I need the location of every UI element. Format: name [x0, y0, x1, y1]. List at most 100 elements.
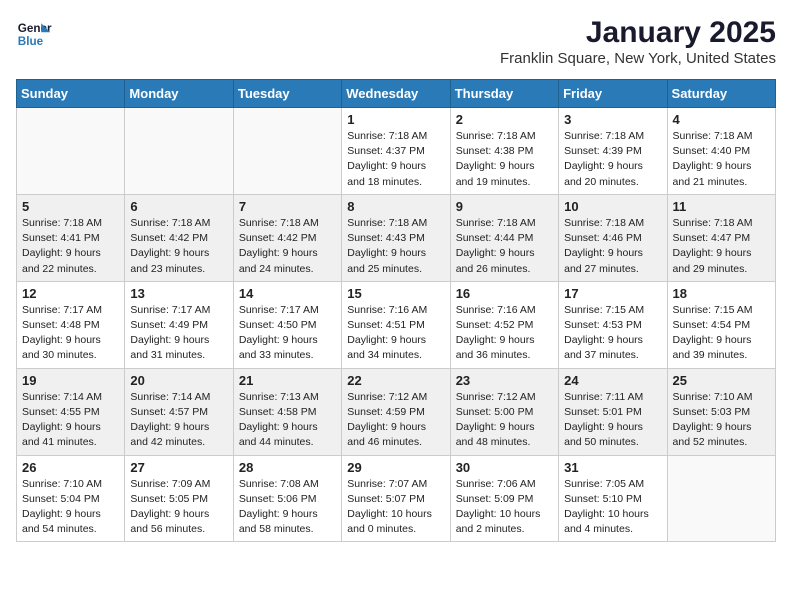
- day-number: 27: [130, 460, 227, 475]
- day-number: 20: [130, 373, 227, 388]
- weekday-header-monday: Monday: [125, 80, 233, 108]
- day-number: 30: [456, 460, 553, 475]
- day-number: 14: [239, 286, 336, 301]
- calendar-cell: 1 Sunrise: 7:18 AMSunset: 4:37 PMDaylight…: [342, 108, 450, 195]
- svg-text:Blue: Blue: [18, 35, 44, 48]
- day-number: 10: [564, 199, 661, 214]
- day-number: 28: [239, 460, 336, 475]
- day-number: 2: [456, 112, 553, 127]
- weekday-header-wednesday: Wednesday: [342, 80, 450, 108]
- day-info: Sunrise: 7:18 AMSunset: 4:46 PMDaylight:…: [564, 216, 661, 277]
- calendar-cell: 18 Sunrise: 7:15 AMSunset: 4:54 PMDayligh…: [667, 281, 775, 368]
- day-number: 5: [22, 199, 119, 214]
- day-info: Sunrise: 7:16 AMSunset: 4:52 PMDaylight:…: [456, 303, 553, 364]
- day-info: Sunrise: 7:18 AMSunset: 4:42 PMDaylight:…: [239, 216, 336, 277]
- day-number: 21: [239, 373, 336, 388]
- calendar-cell: 26 Sunrise: 7:10 AMSunset: 5:04 PMDayligh…: [17, 455, 125, 542]
- calendar-cell: 14 Sunrise: 7:17 AMSunset: 4:50 PMDayligh…: [233, 281, 341, 368]
- day-info: Sunrise: 7:18 AMSunset: 4:39 PMDaylight:…: [564, 129, 661, 190]
- day-info: Sunrise: 7:09 AMSunset: 5:05 PMDaylight:…: [130, 477, 227, 538]
- day-info: Sunrise: 7:14 AMSunset: 4:57 PMDaylight:…: [130, 390, 227, 451]
- calendar-cell: 12 Sunrise: 7:17 AMSunset: 4:48 PMDayligh…: [17, 281, 125, 368]
- day-info: Sunrise: 7:18 AMSunset: 4:38 PMDaylight:…: [456, 129, 553, 190]
- day-info: Sunrise: 7:17 AMSunset: 4:49 PMDaylight:…: [130, 303, 227, 364]
- day-info: Sunrise: 7:15 AMSunset: 4:54 PMDaylight:…: [673, 303, 770, 364]
- calendar-cell: 11 Sunrise: 7:18 AMSunset: 4:47 PMDayligh…: [667, 194, 775, 281]
- day-number: 4: [673, 112, 770, 127]
- location-subtitle: Franklin Square, New York, United States: [500, 50, 776, 67]
- calendar-cell: 6 Sunrise: 7:18 AMSunset: 4:42 PMDaylight…: [125, 194, 233, 281]
- day-info: Sunrise: 7:13 AMSunset: 4:58 PMDaylight:…: [239, 390, 336, 451]
- calendar-cell: [233, 108, 341, 195]
- calendar-cell: [125, 108, 233, 195]
- day-info: Sunrise: 7:17 AMSunset: 4:50 PMDaylight:…: [239, 303, 336, 364]
- calendar-table: SundayMondayTuesdayWednesdayThursdayFrid…: [16, 79, 776, 542]
- calendar-cell: 30 Sunrise: 7:06 AMSunset: 5:09 PMDayligh…: [450, 455, 558, 542]
- calendar-cell: 16 Sunrise: 7:16 AMSunset: 4:52 PMDayligh…: [450, 281, 558, 368]
- day-info: Sunrise: 7:18 AMSunset: 4:44 PMDaylight:…: [456, 216, 553, 277]
- day-number: 26: [22, 460, 119, 475]
- calendar-cell: 13 Sunrise: 7:17 AMSunset: 4:49 PMDayligh…: [125, 281, 233, 368]
- day-info: Sunrise: 7:18 AMSunset: 4:37 PMDaylight:…: [347, 129, 444, 190]
- day-number: 29: [347, 460, 444, 475]
- calendar-cell: [17, 108, 125, 195]
- calendar-week-row: 1 Sunrise: 7:18 AMSunset: 4:37 PMDaylight…: [17, 108, 776, 195]
- day-number: 12: [22, 286, 119, 301]
- day-number: 8: [347, 199, 444, 214]
- logo: General Blue: [16, 16, 52, 52]
- day-number: 31: [564, 460, 661, 475]
- weekday-header-friday: Friday: [559, 80, 667, 108]
- day-info: Sunrise: 7:18 AMSunset: 4:43 PMDaylight:…: [347, 216, 444, 277]
- calendar-cell: 5 Sunrise: 7:18 AMSunset: 4:41 PMDaylight…: [17, 194, 125, 281]
- calendar-cell: 15Sunrise: 7:16 AMSunset: 4:51 PMDayligh…: [342, 281, 450, 368]
- day-info: Sunrise: 7:18 AMSunset: 4:41 PMDaylight:…: [22, 216, 119, 277]
- calendar-cell: 2 Sunrise: 7:18 AMSunset: 4:38 PMDaylight…: [450, 108, 558, 195]
- day-info: Sunrise: 7:06 AMSunset: 5:09 PMDaylight:…: [456, 477, 553, 538]
- day-info: Sunrise: 7:14 AMSunset: 4:55 PMDaylight:…: [22, 390, 119, 451]
- calendar-cell: 28 Sunrise: 7:08 AMSunset: 5:06 PMDayligh…: [233, 455, 341, 542]
- weekday-header-row: SundayMondayTuesdayWednesdayThursdayFrid…: [17, 80, 776, 108]
- day-info: Sunrise: 7:18 AMSunset: 4:40 PMDaylight:…: [673, 129, 770, 190]
- day-info: Sunrise: 7:15 AMSunset: 4:53 PMDaylight:…: [564, 303, 661, 364]
- day-number: 24: [564, 373, 661, 388]
- day-info: Sunrise: 7:18 AMSunset: 4:42 PMDaylight:…: [130, 216, 227, 277]
- weekday-header-tuesday: Tuesday: [233, 80, 341, 108]
- calendar-cell: 27 Sunrise: 7:09 AMSunset: 5:05 PMDayligh…: [125, 455, 233, 542]
- calendar-cell: 7Sunrise: 7:18 AMSunset: 4:42 PMDaylight…: [233, 194, 341, 281]
- calendar-cell: 25Sunrise: 7:10 AMSunset: 5:03 PMDayligh…: [667, 368, 775, 455]
- calendar-cell: 4 Sunrise: 7:18 AMSunset: 4:40 PMDaylight…: [667, 108, 775, 195]
- calendar-week-row: 12 Sunrise: 7:17 AMSunset: 4:48 PMDayligh…: [17, 281, 776, 368]
- day-info: Sunrise: 7:17 AMSunset: 4:48 PMDaylight:…: [22, 303, 119, 364]
- calendar-week-row: 5 Sunrise: 7:18 AMSunset: 4:41 PMDaylight…: [17, 194, 776, 281]
- calendar-cell: 8 Sunrise: 7:18 AMSunset: 4:43 PMDaylight…: [342, 194, 450, 281]
- calendar-cell: 29 Sunrise: 7:07 AMSunset: 5:07 PMDayligh…: [342, 455, 450, 542]
- weekday-header-thursday: Thursday: [450, 80, 558, 108]
- day-info: Sunrise: 7:08 AMSunset: 5:06 PMDaylight:…: [239, 477, 336, 538]
- month-year-title: January 2025: [500, 16, 776, 50]
- day-number: 3: [564, 112, 661, 127]
- title-block: January 2025 Franklin Square, New York, …: [500, 16, 776, 67]
- calendar-cell: 19Sunrise: 7:14 AMSunset: 4:55 PMDayligh…: [17, 368, 125, 455]
- day-number: 16: [456, 286, 553, 301]
- calendar-cell: 21 Sunrise: 7:13 AMSunset: 4:58 PMDayligh…: [233, 368, 341, 455]
- day-number: 13: [130, 286, 227, 301]
- day-info: Sunrise: 7:05 AMSunset: 5:10 PMDaylight:…: [564, 477, 661, 538]
- calendar-cell: 9Sunrise: 7:18 AMSunset: 4:44 PMDaylight…: [450, 194, 558, 281]
- day-number: 25: [673, 373, 770, 388]
- calendar-week-row: 19Sunrise: 7:14 AMSunset: 4:55 PMDayligh…: [17, 368, 776, 455]
- day-number: 15: [347, 286, 444, 301]
- day-info: Sunrise: 7:18 AMSunset: 4:47 PMDaylight:…: [673, 216, 770, 277]
- weekday-header-saturday: Saturday: [667, 80, 775, 108]
- calendar-cell: 22Sunrise: 7:12 AMSunset: 4:59 PMDayligh…: [342, 368, 450, 455]
- svg-text:General: General: [18, 22, 52, 35]
- logo-icon: General Blue: [16, 16, 52, 52]
- calendar-cell: [667, 455, 775, 542]
- day-number: 11: [673, 199, 770, 214]
- day-number: 6: [130, 199, 227, 214]
- day-number: 18: [673, 286, 770, 301]
- day-info: Sunrise: 7:10 AMSunset: 5:04 PMDaylight:…: [22, 477, 119, 538]
- day-number: 17: [564, 286, 661, 301]
- day-number: 1: [347, 112, 444, 127]
- day-info: Sunrise: 7:07 AMSunset: 5:07 PMDaylight:…: [347, 477, 444, 538]
- day-number: 23: [456, 373, 553, 388]
